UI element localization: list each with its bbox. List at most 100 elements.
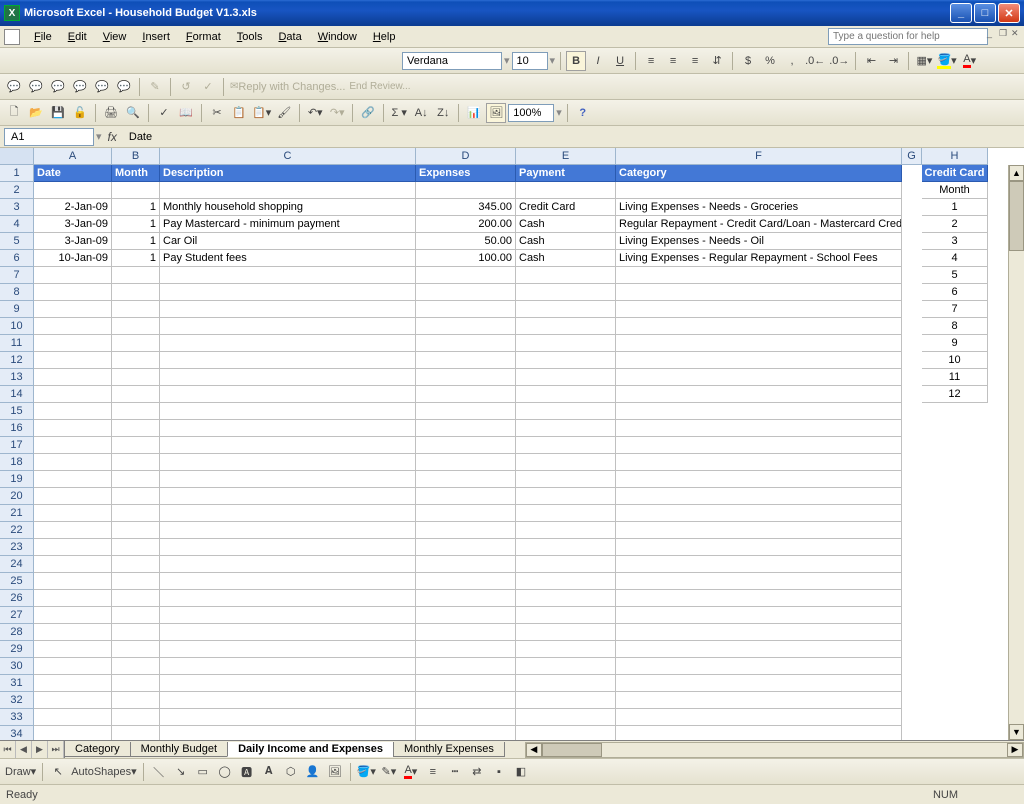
dash-style-button[interactable]: ┅ (445, 762, 465, 782)
font-color-draw-button[interactable]: A▾ (401, 762, 421, 782)
row-header-8[interactable]: 8 (0, 284, 34, 301)
arrow-button[interactable]: ↘ (171, 762, 191, 782)
cell[interactable] (34, 318, 112, 335)
hyperlink-button[interactable]: 🔗 (358, 103, 378, 123)
cell[interactable] (616, 658, 902, 675)
cell[interactable] (34, 624, 112, 641)
cell-h27[interactable] (922, 607, 988, 624)
cell[interactable] (516, 692, 616, 709)
cell[interactable] (34, 726, 112, 740)
select-all-corner[interactable] (0, 148, 34, 165)
redo-button[interactable]: ↷▾ (327, 103, 347, 123)
cell[interactable] (416, 369, 516, 386)
oval-button[interactable]: ◯ (215, 762, 235, 782)
mdi-close-button[interactable]: ✕ (1010, 28, 1022, 40)
cell[interactable] (616, 284, 902, 301)
cell[interactable] (416, 590, 516, 607)
cell[interactable] (516, 437, 616, 454)
print-preview-button[interactable]: 🔍 (123, 103, 143, 123)
cell[interactable] (516, 420, 616, 437)
cell-g5[interactable] (902, 233, 922, 250)
cell-g10[interactable] (902, 318, 922, 335)
cell[interactable] (34, 386, 112, 403)
cell[interactable] (112, 624, 160, 641)
help-search-input[interactable] (828, 28, 988, 45)
cell[interactable] (34, 692, 112, 709)
cell[interactable] (160, 318, 416, 335)
cell[interactable] (616, 641, 902, 658)
prev-comment-button[interactable]: 💬 (26, 77, 46, 97)
cell[interactable] (516, 182, 616, 199)
row-header-14[interactable]: 14 (0, 386, 34, 403)
cell[interactable] (112, 607, 160, 624)
sheet-tab-daily-income-and-expenses[interactable]: Daily Income and Expenses (227, 742, 394, 757)
cell-h28[interactable] (922, 624, 988, 641)
cell[interactable] (616, 607, 902, 624)
mdi-restore-button[interactable]: ❐ (998, 28, 1010, 40)
row-header-11[interactable]: 11 (0, 335, 34, 352)
cell-month-4[interactable]: 1 (112, 216, 160, 233)
cell-g16[interactable] (902, 420, 922, 437)
cell[interactable] (160, 573, 416, 590)
cell-g13[interactable] (902, 369, 922, 386)
row-header-19[interactable]: 19 (0, 471, 34, 488)
cell[interactable] (416, 284, 516, 301)
cell[interactable] (516, 352, 616, 369)
cell[interactable] (112, 369, 160, 386)
cell-h29[interactable] (922, 641, 988, 658)
cell-month-3[interactable]: 1 (112, 199, 160, 216)
cell[interactable] (160, 284, 416, 301)
cell-exp-3[interactable]: 345.00 (416, 199, 516, 216)
cell[interactable] (516, 488, 616, 505)
cell[interactable] (160, 709, 416, 726)
cell-h31[interactable] (922, 675, 988, 692)
cell[interactable] (112, 352, 160, 369)
cell[interactable] (112, 488, 160, 505)
cell[interactable] (160, 658, 416, 675)
cell-desc-6[interactable]: Pay Student fees (160, 250, 416, 267)
cell[interactable] (516, 573, 616, 590)
paste-button[interactable]: 📋▾ (251, 103, 272, 123)
fill-color-button[interactable]: 🪣▾ (936, 51, 957, 71)
cell[interactable] (416, 539, 516, 556)
cell-pay-3[interactable]: Credit Card (516, 199, 616, 216)
cell[interactable] (34, 573, 112, 590)
cell[interactable] (616, 454, 902, 471)
cell-g25[interactable] (902, 573, 922, 590)
row-header-3[interactable]: 3 (0, 199, 34, 216)
cell[interactable] (616, 488, 902, 505)
cell[interactable] (160, 352, 416, 369)
cell-h17[interactable] (922, 437, 988, 454)
cell-h24[interactable] (922, 556, 988, 573)
new-button[interactable]: 🗋 (4, 103, 24, 123)
cell[interactable] (516, 318, 616, 335)
cell[interactable] (616, 539, 902, 556)
ink-button[interactable]: ✎ (145, 77, 165, 97)
cell-g24[interactable] (902, 556, 922, 573)
cell[interactable] (416, 573, 516, 590)
cell[interactable] (416, 437, 516, 454)
cell-g28[interactable] (902, 624, 922, 641)
menu-format[interactable]: Format (178, 29, 229, 45)
cell-g6[interactable] (902, 250, 922, 267)
show-comment-button[interactable]: 💬 (70, 77, 90, 97)
cell[interactable] (112, 182, 160, 199)
cell[interactable] (160, 369, 416, 386)
spreadsheet-grid[interactable]: ABCDEFGH1DateMonthDescriptionExpensesPay… (0, 148, 1024, 740)
cell[interactable] (616, 318, 902, 335)
cell-month-5[interactable]: 1 (112, 233, 160, 250)
cell[interactable] (616, 352, 902, 369)
menu-file[interactable]: File (26, 29, 60, 45)
cell-h33[interactable] (922, 709, 988, 726)
row-header-27[interactable]: 27 (0, 607, 34, 624)
cell[interactable] (516, 403, 616, 420)
bold-button[interactable]: B (566, 51, 586, 71)
row-header-2[interactable]: 2 (0, 182, 34, 199)
cell[interactable] (160, 556, 416, 573)
row-header-17[interactable]: 17 (0, 437, 34, 454)
cell[interactable] (112, 590, 160, 607)
merge-center-button[interactable]: ⇵ (707, 51, 727, 71)
maximize-button[interactable]: □ (974, 3, 996, 23)
formula-input[interactable]: Date (123, 129, 1024, 145)
cell-g22[interactable] (902, 522, 922, 539)
